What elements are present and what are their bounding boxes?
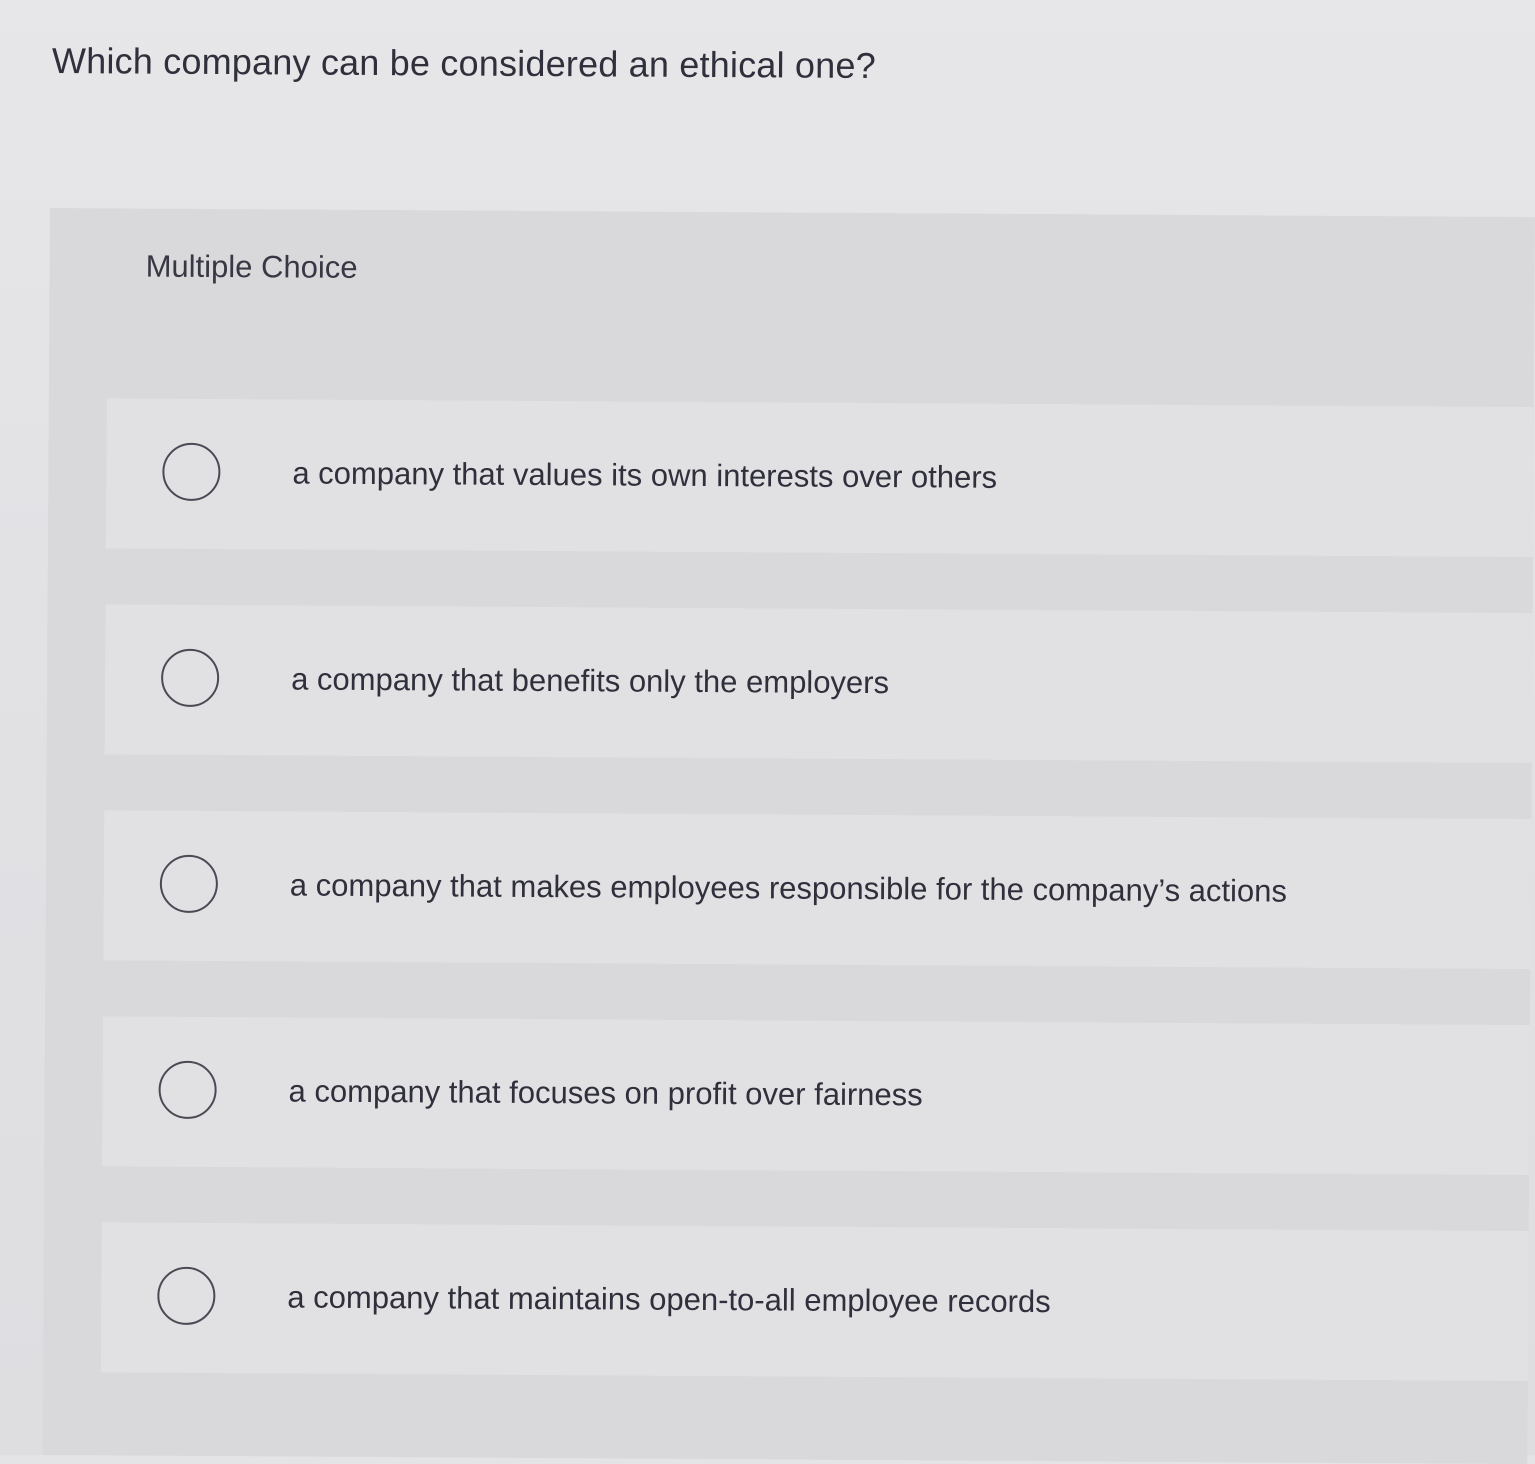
answer-option-4[interactable]: a company that focuses on profit over fa… [102,1016,1531,1176]
radio-button[interactable] [162,442,221,502]
answer-option-2[interactable]: a company that benefits only the employe… [104,604,1533,764]
multiple-choice-panel: Multiple Choice a company that values it… [42,208,1535,1464]
answer-option-1[interactable]: a company that values its own interests … [105,398,1534,558]
radio-button[interactable] [160,648,220,708]
quiz-page: Which company can be considered an ethic… [0,0,1535,1464]
question-type-label: Multiple Choice [145,248,358,285]
radio-button[interactable] [159,854,219,914]
answer-option-5[interactable]: a company that maintains open-to-all emp… [100,1222,1529,1382]
answer-option-label: a company that maintains open-to-all emp… [287,1279,1051,1320]
answer-option-label: a company that benefits only the employe… [291,661,890,701]
options-list: a company that values its own interests … [100,398,1534,1437]
answer-option-label: a company that values its own interests … [292,455,998,495]
radio-button[interactable] [157,1266,216,1326]
radio-button[interactable] [158,1060,217,1120]
answer-option-3[interactable]: a company that makes employees responsib… [103,810,1532,970]
question-text: Which company can be considered an ethic… [51,40,877,87]
answer-option-label: a company that focuses on profit over fa… [288,1073,923,1113]
answer-option-label: a company that makes employees responsib… [289,867,1288,909]
